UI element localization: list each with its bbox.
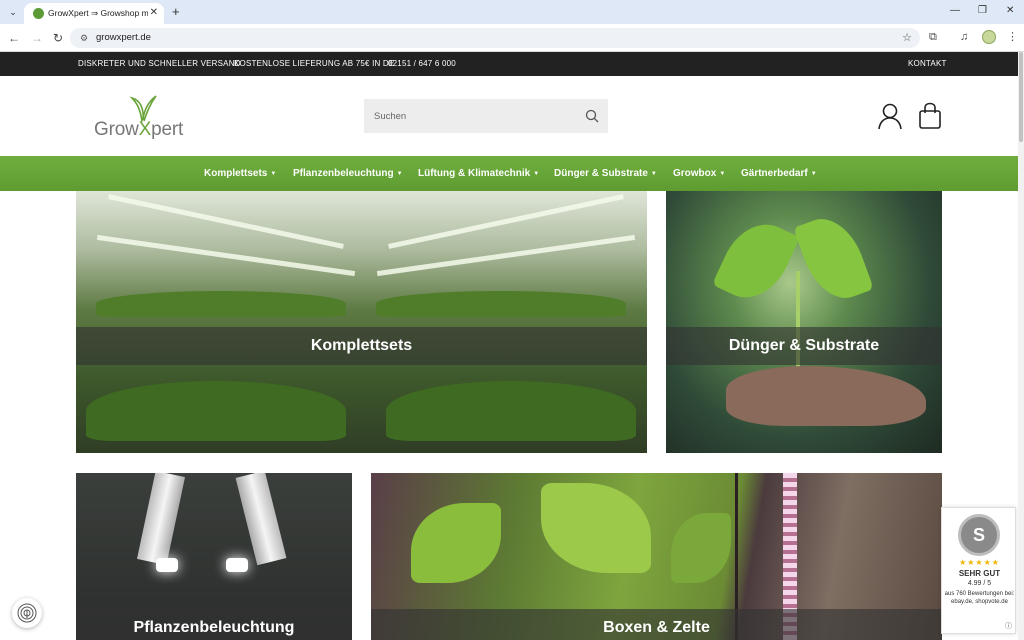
hand-decor xyxy=(726,366,926,426)
browser-tab[interactable]: GrowXpert ⇒ Growshop mit fa ✕ xyxy=(24,3,164,24)
plant-leaf-decor xyxy=(411,503,501,583)
tile-decor xyxy=(86,381,346,441)
search-icon[interactable] xyxy=(584,108,600,124)
nav-item-pflanzenbeleuchtung[interactable]: Pflanzenbeleuchtung ▼ xyxy=(293,167,403,181)
privacy-settings-button[interactable] xyxy=(12,598,42,628)
rating-source: aus 760 Bewertungen bei: ebay.de, shopvo… xyxy=(944,591,1015,605)
url-text[interactable]: growxpert.de xyxy=(96,32,151,44)
media-controls-icon[interactable]: ♫ xyxy=(960,30,968,44)
tile-decor xyxy=(96,291,346,317)
site-header: GrowXpert xyxy=(0,76,1018,156)
nav-item-growbox[interactable]: Growbox ▼ xyxy=(673,167,725,181)
back-icon[interactable]: ← xyxy=(8,30,20,46)
chevron-down-icon: ▼ xyxy=(396,171,403,177)
extensions-icon[interactable]: ⧉ xyxy=(929,30,937,44)
category-tile-komplettsets[interactable]: Komplettsets xyxy=(76,191,647,453)
rating-label: SEHR GUT xyxy=(958,569,1001,578)
top-info-bar: DISKRETER UND SCHNELLER VERSAND KOSTENLO… xyxy=(0,52,1018,76)
profile-avatar[interactable] xyxy=(982,30,996,44)
nav-item-gaertnerbedarf[interactable]: Gärtnerbedarf ▼ xyxy=(741,167,817,181)
cart-bag-icon[interactable] xyxy=(917,102,943,130)
info-icon[interactable]: ⓘ xyxy=(1005,623,1012,631)
shopvote-rating-badge[interactable]: S ★★★★★ SEHR GUT 4.99 / 5 aus 760 Bewert… xyxy=(941,507,1016,634)
rating-stars: ★★★★★ xyxy=(959,558,1000,567)
lamp-decor xyxy=(235,473,287,566)
chevron-down-icon: ▼ xyxy=(719,171,726,177)
new-tab-icon[interactable]: + xyxy=(172,4,180,20)
contact-link[interactable]: KONTAKT xyxy=(908,59,947,69)
lamp-glow-decor xyxy=(226,558,248,572)
lamp-glow-decor xyxy=(156,558,178,572)
forward-icon[interactable]: → xyxy=(31,30,43,46)
plant-leaf-decor xyxy=(671,513,731,583)
address-bar[interactable]: ⚙ growxpert.de ☆ xyxy=(70,28,920,48)
tile-label: Dünger & Substrate xyxy=(728,337,880,354)
seedling-leaf-decor xyxy=(793,209,874,308)
site-favicon-icon xyxy=(33,8,44,19)
shopvote-seal-icon: S xyxy=(958,514,1000,556)
lamp-decor xyxy=(136,473,186,566)
chevron-down-icon: ▼ xyxy=(533,171,540,177)
browser-toolbar: ← → ↻ ⚙ growxpert.de ☆ xyxy=(0,24,1024,52)
tab-search-icon[interactable]: ⌄ xyxy=(6,5,20,19)
minimize-icon[interactable]: — xyxy=(950,4,960,18)
account-icon[interactable] xyxy=(877,102,903,130)
growxpert-logo[interactable]: GrowXpert xyxy=(94,90,190,142)
site-info-icon[interactable]: ⚙ xyxy=(80,32,88,44)
tile-label: Pflanzenbeleuchtung xyxy=(133,619,295,636)
tile-label: Boxen & Zelte xyxy=(603,619,710,636)
browser-menu-icon[interactable]: ⋮ xyxy=(1007,30,1018,44)
shipping-notice: DISKRETER UND SCHNELLER VERSAND xyxy=(78,59,241,68)
close-tab-icon[interactable]: ✕ xyxy=(150,6,158,20)
browser-tab-bar: ⌄ GrowXpert ⇒ Growshop mit fa ✕ + — ❐ ✕ xyxy=(0,0,1024,24)
leaf-logo-icon xyxy=(129,95,157,122)
chevron-down-icon: ▼ xyxy=(650,171,657,177)
close-window-icon[interactable]: ✕ xyxy=(1006,4,1014,18)
category-tile-boxen-zelte[interactable]: Boxen & Zelte xyxy=(371,473,942,640)
category-tile-pflanzenbeleuchtung[interactable]: Pflanzenbeleuchtung xyxy=(76,473,352,640)
bookmark-star-icon[interactable]: ☆ xyxy=(902,31,912,45)
tile-decor xyxy=(386,381,636,441)
phone-number[interactable]: 02151 / 647 6 000 xyxy=(388,59,456,69)
nav-item-lueftung-klimatechnik[interactable]: Lüftung & Klimatechnik ▼ xyxy=(418,167,539,181)
tile-label: Komplettsets xyxy=(310,337,413,354)
plant-leaf-decor xyxy=(541,483,651,573)
seedling-leaf-decor xyxy=(711,212,801,310)
tile-decor xyxy=(376,291,626,317)
nav-item-komplettsets[interactable]: Komplettsets ▼ xyxy=(204,167,276,181)
chevron-down-icon: ▼ xyxy=(270,171,277,177)
page-scrollbar[interactable] xyxy=(1018,52,1024,640)
free-delivery-notice: KOSTENLOSE LIEFERUNG AB 75€ IN DE xyxy=(234,59,395,68)
search-box[interactable] xyxy=(364,99,608,133)
tab-title: GrowXpert ⇒ Growshop mit fa xyxy=(48,8,148,18)
fingerprint-icon xyxy=(17,603,37,623)
main-navigation: Komplettsets ▼ Pflanzenbeleuchtung ▼ Lüftu… xyxy=(0,156,1018,191)
rating-score: 4.99 / 5 xyxy=(967,580,992,587)
reload-icon[interactable]: ↻ xyxy=(53,30,63,46)
search-input[interactable] xyxy=(364,99,574,133)
category-tile-duenger-substrate[interactable]: Dünger & Substrate xyxy=(666,191,942,453)
logo-text: GrowXpert xyxy=(94,119,184,140)
restore-icon[interactable]: ❐ xyxy=(978,4,987,18)
scrollbar-thumb[interactable] xyxy=(1019,52,1023,142)
nav-item-duenger-substrate[interactable]: Dünger & Substrate ▼ xyxy=(554,167,657,181)
chevron-down-icon: ▼ xyxy=(810,171,817,177)
